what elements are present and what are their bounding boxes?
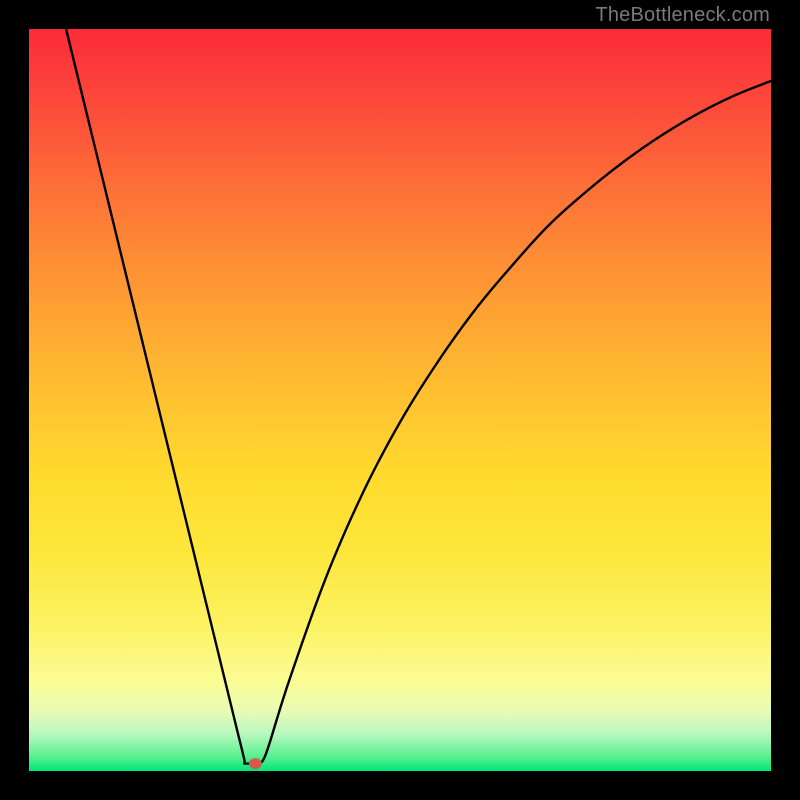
bottleneck-curve <box>66 29 771 764</box>
chart-frame: TheBottleneck.com <box>0 0 800 800</box>
plot-area <box>29 29 771 771</box>
watermark-text: TheBottleneck.com <box>595 4 770 27</box>
curve-layer <box>29 29 771 771</box>
minimum-marker <box>249 758 262 769</box>
